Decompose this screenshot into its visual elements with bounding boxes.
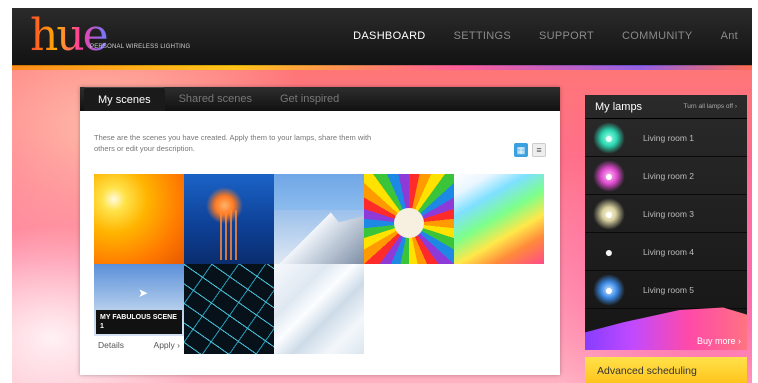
scene-tile-sun[interactable] bbox=[94, 174, 184, 264]
hue-logo[interactable]: hue bbox=[30, 12, 109, 60]
scene-details-link[interactable]: Details bbox=[98, 340, 124, 350]
tab-shared-scenes[interactable]: Shared scenes bbox=[165, 87, 266, 111]
view-toggle: ▦ ≡ bbox=[514, 143, 546, 157]
turn-all-lamps-off-link[interactable]: Turn all lamps off › bbox=[684, 103, 737, 110]
lamp-label: Living room 3 bbox=[643, 208, 695, 219]
lamps-title: My lamps bbox=[595, 100, 643, 113]
tab-my-scenes[interactable]: My scenes bbox=[84, 87, 165, 111]
nav-support[interactable]: SUPPORT bbox=[525, 30, 608, 42]
lamp-row-2[interactable]: ● Living room 2 bbox=[585, 157, 747, 195]
lamp-bulb-icon[interactable]: ● bbox=[593, 121, 625, 154]
main-nav: DASHBOARD SETTINGS SUPPORT COMMUNITY Ant bbox=[339, 30, 752, 42]
scenes-tabs: My scenes Shared scenes Get inspired bbox=[80, 87, 560, 111]
lamp-row-4[interactable]: ● Living room 4 bbox=[585, 233, 747, 271]
scene-name-label: MY FABULOUS SCENE 1 bbox=[96, 310, 182, 334]
nav-community[interactable]: COMMUNITY bbox=[608, 30, 707, 42]
lamps-header: My lamps Turn all lamps off › bbox=[585, 95, 747, 119]
lamp-label: Living room 1 bbox=[643, 132, 695, 143]
scene-tile-pencils[interactable] bbox=[364, 174, 454, 264]
grid-view-icon[interactable]: ▦ bbox=[514, 143, 528, 157]
tab-get-inspired[interactable]: Get inspired bbox=[266, 87, 353, 111]
nav-dashboard[interactable]: DASHBOARD bbox=[339, 30, 439, 42]
lamps-footer: Buy more › bbox=[585, 290, 747, 350]
lamp-row-3[interactable]: ● Living room 3 bbox=[585, 195, 747, 233]
nav-settings[interactable]: SETTINGS bbox=[440, 30, 525, 42]
logo-tagline: PERSONAL WIRELESS LIGHTING bbox=[90, 44, 191, 50]
lamp-bulb-icon[interactable]: ● bbox=[593, 236, 625, 268]
scene-tile-my-fabulous-scene[interactable]: ➤ MY FABULOUS SCENE 1 Details Apply › bbox=[94, 264, 184, 354]
lamp-label: Living room 4 bbox=[643, 246, 695, 257]
scenes-description: These are the scenes you have created. A… bbox=[94, 133, 372, 153]
top-navigation-bar: hue PERSONAL WIRELESS LIGHTING DASHBOARD… bbox=[12, 8, 752, 70]
scene-tile-spectrum[interactable] bbox=[454, 174, 544, 264]
list-view-icon[interactable]: ≡ bbox=[532, 143, 546, 157]
buy-more-link[interactable]: Buy more › bbox=[697, 336, 741, 346]
scene-tile-glass[interactable] bbox=[274, 264, 364, 354]
app-frame: hue PERSONAL WIRELESS LIGHTING DASHBOARD… bbox=[12, 8, 752, 383]
scenes-grid: ➤ MY FABULOUS SCENE 1 Details Apply › bbox=[94, 174, 546, 354]
mouse-cursor-icon: ➤ bbox=[138, 286, 149, 300]
scene-actions: Details Apply › bbox=[94, 336, 184, 354]
nav-account[interactable]: Ant bbox=[707, 30, 752, 42]
scene-tile-mountain[interactable] bbox=[274, 174, 364, 264]
scene-tile-jellyfish[interactable] bbox=[184, 174, 274, 264]
lamp-row-1[interactable]: ● Living room 1 bbox=[585, 119, 747, 157]
lamp-bulb-icon[interactable]: ● bbox=[593, 159, 625, 192]
advanced-scheduling-button[interactable]: Advanced scheduling bbox=[585, 357, 747, 383]
scene-tile-light-trails[interactable] bbox=[184, 264, 274, 354]
my-lamps-panel: My lamps Turn all lamps off › ● Living r… bbox=[585, 95, 747, 350]
lamp-label: Living room 2 bbox=[643, 170, 695, 181]
lamp-bulb-icon[interactable]: ● bbox=[593, 197, 625, 230]
scene-apply-link[interactable]: Apply › bbox=[154, 340, 180, 350]
scenes-panel: My scenes Shared scenes Get inspired The… bbox=[80, 87, 560, 375]
